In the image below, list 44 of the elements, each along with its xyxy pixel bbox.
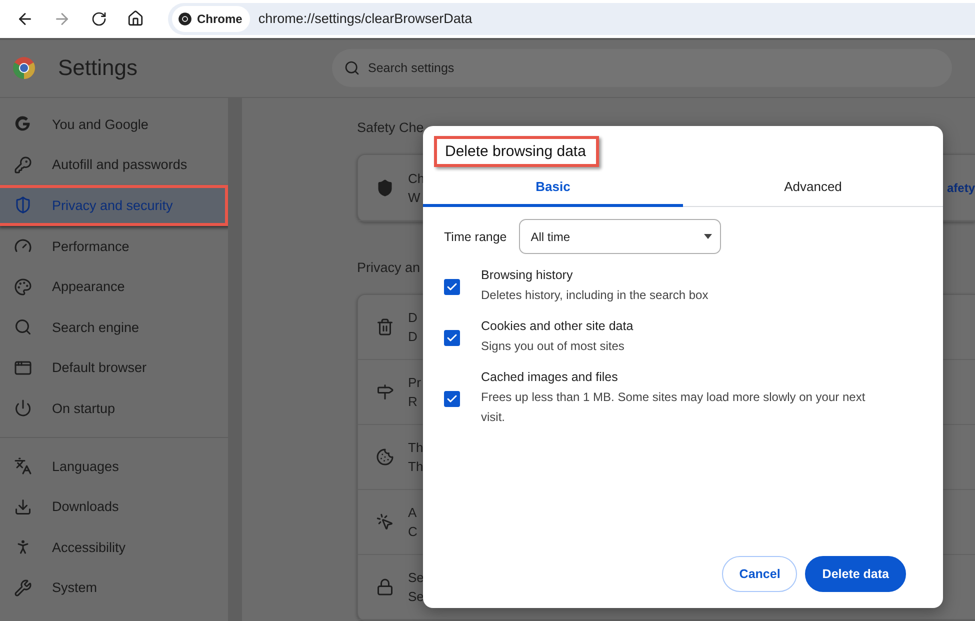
row-text: D xyxy=(408,329,418,344)
sidebar-item[interactable]: Privacy and security xyxy=(0,185,228,226)
row-text: C xyxy=(408,524,418,539)
url-text: chrome://settings/clearBrowserData xyxy=(258,11,472,26)
cancel-button[interactable]: Cancel xyxy=(722,556,798,592)
dialog-title: Delete browsing data xyxy=(434,136,599,167)
sidebar-item[interactable]: Appearance xyxy=(0,266,228,307)
sidebar-item[interactable]: Autofill and passwords xyxy=(0,144,228,186)
sidebar-item[interactable]: Accessibility xyxy=(0,526,228,568)
row-text: A xyxy=(408,505,417,520)
sidebar-item[interactable]: Performance xyxy=(0,226,228,266)
sidebar-item[interactable]: System xyxy=(0,568,228,608)
card-text: W xyxy=(408,190,420,204)
address-bar[interactable]: Chrome chrome://settings/clearBrowserData xyxy=(168,2,975,35)
search-field[interactable]: Search settings xyxy=(332,49,952,88)
option-title: Browsing history xyxy=(481,268,574,282)
safety-link[interactable]: afety xyxy=(946,180,975,194)
sidebar-item[interactable]: Search engine xyxy=(0,306,228,348)
delete-button[interactable]: Delete data xyxy=(805,556,906,592)
section-heading: Privacy an xyxy=(357,260,420,277)
page-title: Settings xyxy=(58,55,138,82)
row-text: Se xyxy=(408,589,424,604)
site-chip[interactable]: Chrome xyxy=(172,6,250,32)
row-text: Th xyxy=(408,459,424,474)
dialog-tab[interactable]: Basic xyxy=(423,169,683,207)
option-description: Frees up less than 1 MB. Some sites may load more slowly on your next visit. xyxy=(481,389,866,426)
dialog-tab[interactable]: Advanced xyxy=(683,169,943,207)
sidebar-item[interactable]: Languages xyxy=(0,446,228,486)
row-text: Pr xyxy=(408,375,421,390)
option-description: Deletes history, including in the search box xyxy=(481,287,710,304)
option-description: Signs you out of most sites xyxy=(481,338,626,355)
sidebar-item[interactable]: Downloads xyxy=(0,486,228,527)
row-text: Se xyxy=(408,570,424,585)
row-text: D xyxy=(408,310,418,325)
sidebar-item[interactable]: You and Google xyxy=(0,104,228,145)
sidebar-item[interactable]: Default browser xyxy=(0,348,228,388)
row-text: Th xyxy=(408,440,424,455)
time-range-label: Time range xyxy=(444,230,507,244)
option-title: Cached images and files xyxy=(481,370,619,384)
section-heading: Safety Che xyxy=(357,120,424,137)
option-title: Cookies and other site data xyxy=(481,319,634,333)
row-text: R xyxy=(408,394,418,409)
sidebar-item[interactable]: On startup xyxy=(0,388,228,429)
time-range-select[interactable]: All time xyxy=(518,219,721,254)
